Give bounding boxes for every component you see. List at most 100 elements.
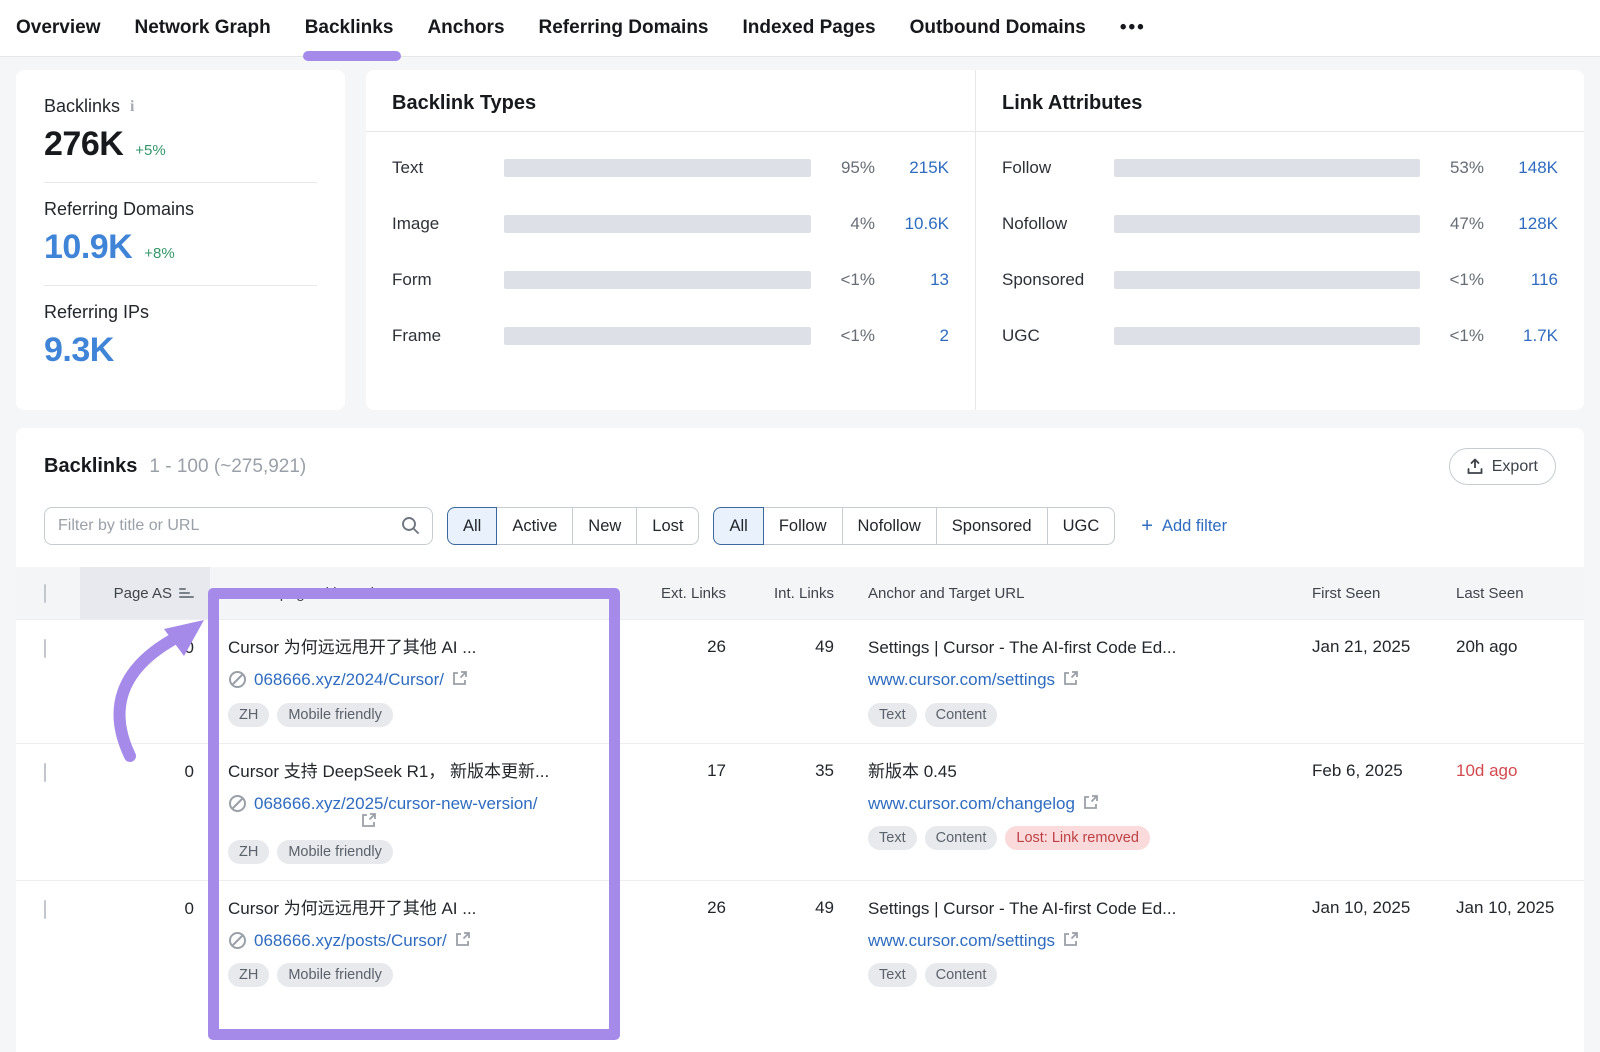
row-checkbox[interactable] [44, 639, 46, 658]
status-filter-new[interactable]: New [573, 507, 637, 545]
count-link[interactable]: 116 [1484, 270, 1558, 290]
source-url-link[interactable]: 068666.xyz/2025/cursor-new-version/ [254, 792, 537, 816]
backlinks-stat-value: 276K [44, 125, 123, 164]
bar-row-nofollow: Nofollow 47% 128K [1002, 214, 1558, 234]
table-range: 1 - 100 (~275,921) [149, 456, 306, 478]
bar-row-form: Form <1% 13 [392, 270, 949, 290]
source-url-link[interactable]: 068666.xyz/2024/Cursor/ [254, 668, 444, 692]
bar-track [504, 327, 811, 345]
tab-outbound-domains[interactable]: Outbound Domains [910, 1, 1086, 55]
column-header-int-links[interactable]: Int. Links [726, 585, 834, 602]
lost-link-badge: Lost: Link removed [1005, 826, 1150, 850]
source-url-link[interactable]: 068666.xyz/posts/Cursor/ [254, 929, 447, 953]
divider [44, 182, 317, 183]
status-filter-lost[interactable]: Lost [637, 507, 699, 545]
more-tabs-icon[interactable]: ••• [1120, 17, 1146, 39]
external-link-icon[interactable] [1082, 794, 1099, 811]
external-link-icon[interactable] [1062, 670, 1079, 687]
type-filter-follow[interactable]: Follow [764, 507, 843, 545]
column-header-anchor[interactable]: Anchor and Target URL [834, 585, 1298, 602]
external-link-icon[interactable] [360, 812, 377, 829]
backlinks-stat-label: Backlinks i [44, 96, 317, 117]
info-icon[interactable]: i [130, 98, 134, 116]
column-header-source[interactable]: Source page Title and URL [210, 585, 638, 602]
filter-input[interactable] [44, 507, 433, 545]
backlink-types-panel: Backlink Types Text 95% 215K Image 4% 10… [366, 70, 975, 410]
count-link[interactable]: 13 [875, 270, 949, 290]
bar-row-ugc: UGC <1% 1.7K [1002, 326, 1558, 346]
bar-track [504, 215, 811, 233]
bar-row-text: Text 95% 215K [392, 158, 949, 178]
count-link[interactable]: 128K [1484, 214, 1558, 234]
link-attributes-title: Link Attributes [976, 70, 1584, 132]
select-all-checkbox[interactable] [44, 584, 46, 603]
source-title: Cursor 支持 DeepSeek R1， 新版本更新... [228, 761, 638, 784]
tab-backlinks[interactable]: Backlinks [305, 1, 394, 55]
link-type-badge: Text [868, 826, 917, 850]
count-link[interactable]: 2 [875, 326, 949, 346]
type-filter-sponsored[interactable]: Sponsored [937, 507, 1048, 545]
column-header-last-seen[interactable]: Last Seen [1446, 585, 1584, 602]
bar-row-image: Image 4% 10.6K [392, 214, 949, 234]
table-row: 0 Cursor 支持 DeepSeek R1， 新版本更新... 068666… [16, 743, 1584, 880]
page-as-cell: 0 [80, 898, 210, 919]
int-links-cell: 49 [726, 637, 834, 657]
anchor-text: Settings | Cursor - The AI-first Code Ed… [868, 898, 1298, 921]
page-as-cell: 0 [80, 637, 210, 658]
bar-track [504, 159, 811, 177]
target-url-link[interactable]: www.cursor.com/changelog [868, 792, 1075, 816]
ext-links-cell: 26 [638, 637, 726, 657]
external-link-icon[interactable] [454, 931, 471, 948]
count-link[interactable]: 1.7K [1484, 326, 1558, 346]
source-title: Cursor 为何远远甩开了其他 AI ... [228, 898, 638, 921]
bar-track [1114, 215, 1420, 233]
bar-track [504, 271, 811, 289]
link-type-badge: Text [868, 703, 917, 727]
link-type-badge: Text [868, 963, 917, 987]
divider [44, 285, 317, 286]
referring-ips-stat-value[interactable]: 9.3K [44, 331, 114, 370]
table-header-row: Page AS Source page Title and URL Ext. L… [16, 567, 1584, 619]
tab-network-graph[interactable]: Network Graph [135, 1, 271, 55]
tab-indexed-pages[interactable]: Indexed Pages [743, 1, 876, 55]
count-link[interactable]: 148K [1484, 158, 1558, 178]
int-links-cell: 49 [726, 898, 834, 918]
count-link[interactable]: 215K [875, 158, 949, 178]
table-title: Backlinks [44, 455, 137, 478]
bar-row-follow: Follow 53% 148K [1002, 158, 1558, 178]
type-filter-all[interactable]: All [713, 507, 763, 545]
export-button[interactable]: Export [1449, 448, 1556, 485]
last-seen-cell: Jan 10, 2025 [1446, 898, 1584, 918]
status-filter-active[interactable]: Active [497, 507, 573, 545]
ext-links-cell: 26 [638, 898, 726, 918]
sort-icon[interactable] [179, 588, 194, 598]
first-seen-cell: Jan 21, 2025 [1298, 637, 1446, 657]
tab-referring-domains[interactable]: Referring Domains [539, 1, 709, 55]
table-row: 0 Cursor 为何远远甩开了其他 AI ... 068666.xyz/202… [16, 619, 1584, 743]
column-header-first-seen[interactable]: First Seen [1298, 585, 1446, 602]
search-icon[interactable] [400, 515, 421, 541]
type-filter-nofollow[interactable]: Nofollow [843, 507, 937, 545]
page-as-cell: 0 [80, 761, 210, 782]
referring-domains-stat-value[interactable]: 10.9K [44, 228, 132, 267]
tab-anchors[interactable]: Anchors [427, 1, 504, 55]
column-header-page-as[interactable]: Page AS [80, 567, 210, 619]
backlinks-stat-delta: +5% [135, 142, 165, 159]
external-link-icon[interactable] [1062, 931, 1079, 948]
anchor-text: Settings | Cursor - The AI-first Code Ed… [868, 637, 1298, 660]
plus-icon: + [1141, 516, 1153, 536]
type-filter-ugc[interactable]: UGC [1048, 507, 1116, 545]
bar-track [1114, 327, 1420, 345]
target-url-link[interactable]: www.cursor.com/settings [868, 668, 1055, 692]
tab-overview[interactable]: Overview [16, 1, 101, 55]
status-filter-all[interactable]: All [447, 507, 497, 545]
row-checkbox[interactable] [44, 900, 46, 919]
add-filter-button[interactable]: + Add filter [1141, 516, 1227, 536]
count-link[interactable]: 10.6K [875, 214, 949, 234]
column-header-ext-links[interactable]: Ext. Links [638, 585, 726, 602]
external-link-icon[interactable] [451, 670, 468, 687]
row-checkbox[interactable] [44, 763, 46, 782]
link-attributes-panel: Link Attributes Follow 53% 148K Nofollow… [975, 70, 1584, 410]
target-url-link[interactable]: www.cursor.com/settings [868, 929, 1055, 953]
export-upload-icon [1467, 458, 1483, 475]
